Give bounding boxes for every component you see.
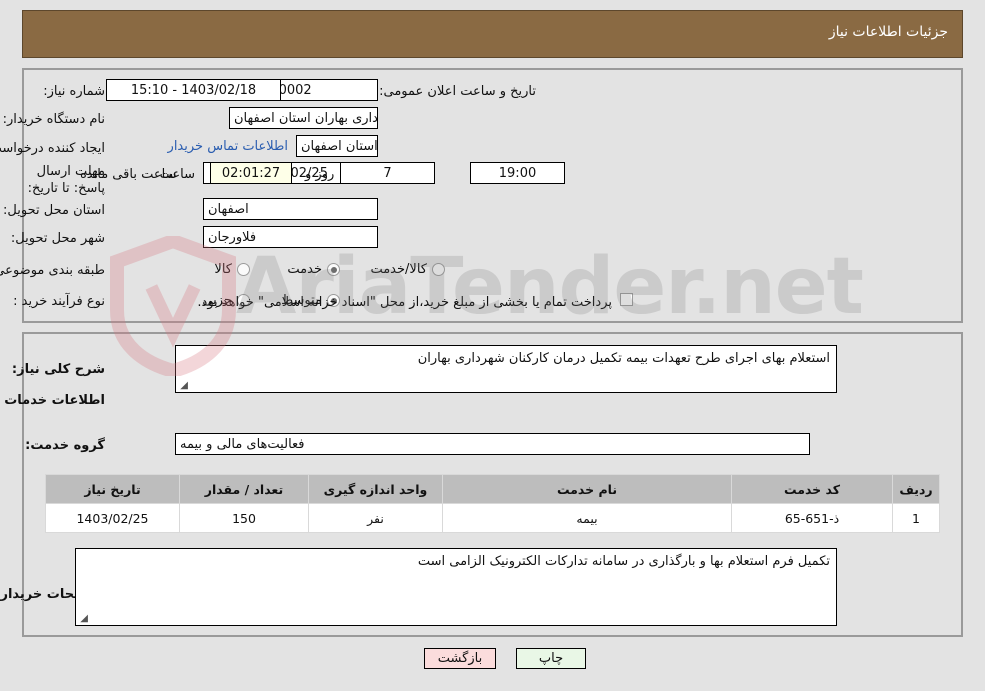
service-group-value: فعالیت‌های مالی و بیمه xyxy=(175,433,810,455)
remaining-time-value: 02:01:27 xyxy=(210,162,292,184)
summary-label: شرح کلی نیاز: xyxy=(11,362,105,377)
province-value: اصفهان xyxy=(203,198,378,220)
cell-row: 1 xyxy=(892,503,940,533)
need-number-label: شماره نیاز: xyxy=(43,84,105,99)
page-title: جزئیات اطلاعات نیاز xyxy=(828,24,948,40)
table-row: 1 ذ-651-65 بیمه نفر 150 1403/02/25 xyxy=(45,503,940,533)
remaining-days-label: روز و xyxy=(305,167,335,182)
category-option-label: خدمت xyxy=(287,262,322,277)
need-info-panel xyxy=(22,68,963,323)
category-option-label: کالا xyxy=(214,262,232,277)
buyer-contact-link[interactable]: اطلاعات تماس خریدار xyxy=(0,139,288,154)
summary-textarea[interactable]: استعلام بهای اجرای طرح تعهدات بیمه تکمیل… xyxy=(175,345,837,393)
back-button[interactable]: بازگشت xyxy=(424,648,496,669)
buyer-notes-text: تکمیل فرم استعلام بها و بارگذاری در ساما… xyxy=(417,554,830,569)
services-table: ردیف کد خدمت نام خدمت واحد اندازه گیری ت… xyxy=(45,474,940,533)
category-option-label: کالا/خدمت xyxy=(370,262,427,277)
treasury-documents-text: پرداخت تمام یا بخشی از مبلغ خرید،از محل … xyxy=(197,295,612,310)
cell-date: 1403/02/25 xyxy=(45,503,180,533)
col-quantity: تعداد / مقدار xyxy=(179,474,309,504)
city-value: فلاورجان xyxy=(203,226,378,248)
category-radio-kala-khedmat[interactable]: کالا/خدمت xyxy=(370,262,445,277)
col-unit: واحد اندازه گیری xyxy=(308,474,443,504)
process-label: نوع فرآیند خرید : xyxy=(13,294,105,309)
table-header-row: ردیف کد خدمت نام خدمت واحد اندازه گیری ت… xyxy=(45,474,940,504)
category-radio-kala[interactable]: کالا xyxy=(214,262,250,277)
province-label: استان محل تحویل: xyxy=(3,203,105,218)
remaining-time-label: ساعت باقی مانده xyxy=(80,167,177,182)
cell-name: بیمه xyxy=(442,503,732,533)
services-heading: اطلاعات خدمات مورد نیاز xyxy=(0,393,105,408)
cell-quantity: 150 xyxy=(179,503,309,533)
requester-value: محمد باقریان KARPARDAZ شهرداری بهاران اس… xyxy=(296,135,378,157)
buyer-org-value: شهرداری بهاران استان اصفهان xyxy=(229,107,378,129)
category-radio-khedmat[interactable]: خدمت xyxy=(287,262,340,277)
need-details-page: جزئیات اطلاعات نیاز شماره نیاز: 11030934… xyxy=(0,0,985,691)
resize-grip-icon[interactable]: ◢ xyxy=(178,381,188,391)
deadline-hour-value: 19:00 xyxy=(470,162,565,184)
col-date: تاریخ نیاز xyxy=(45,474,180,504)
radio-indicator xyxy=(237,263,250,276)
public-announce-label: تاریخ و ساعت اعلان عمومی: xyxy=(379,84,536,99)
cell-unit: نفر xyxy=(308,503,443,533)
public-announce-value: 1403/02/18 - 15:10 xyxy=(106,79,281,101)
col-code: کد خدمت xyxy=(731,474,893,504)
remaining-days-value: 7 xyxy=(340,162,435,184)
category-label: طبقه بندی موضوعی: xyxy=(0,263,105,278)
col-row: ردیف xyxy=(892,474,940,504)
summary-text: استعلام بهای اجرای طرح تعهدات بیمه تکمیل… xyxy=(417,351,830,366)
cell-code: ذ-651-65 xyxy=(731,503,893,533)
page-header-bar: جزئیات اطلاعات نیاز xyxy=(22,10,963,58)
city-label: شهر محل تحویل: xyxy=(10,231,105,246)
buyer-notes-textarea[interactable]: تکمیل فرم استعلام بها و بارگذاری در ساما… xyxy=(75,548,837,626)
col-name: نام خدمت xyxy=(442,474,732,504)
buyer-org-label: نام دستگاه خریدار: xyxy=(2,112,105,127)
radio-indicator-selected xyxy=(327,263,340,276)
treasury-documents-checkbox[interactable] xyxy=(620,293,633,306)
print-button[interactable]: چاپ xyxy=(516,648,586,669)
radio-indicator xyxy=(432,263,445,276)
resize-grip-icon[interactable]: ◢ xyxy=(78,614,88,624)
service-group-label: گروه خدمت: xyxy=(25,438,105,453)
